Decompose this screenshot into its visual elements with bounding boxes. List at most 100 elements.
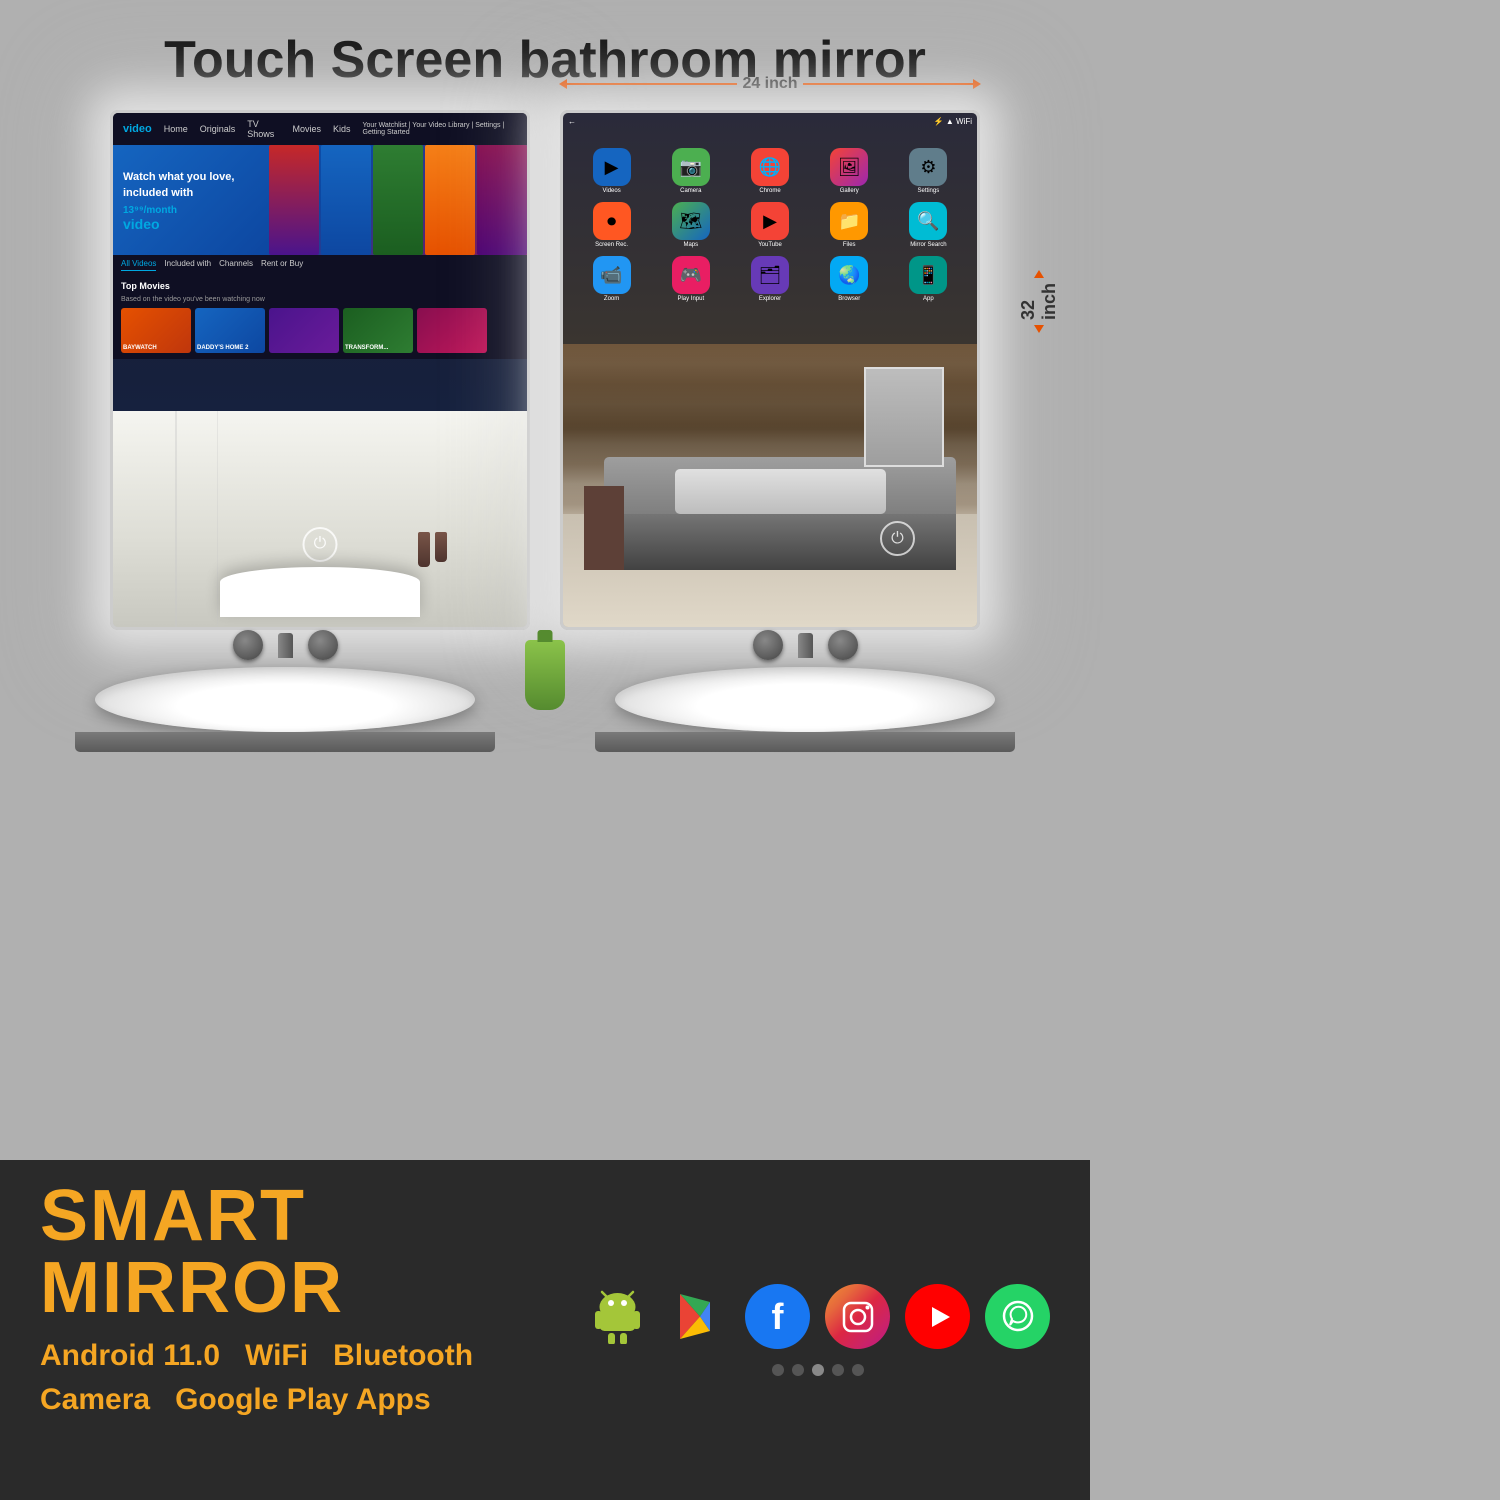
right-power-button[interactable]: ⏻ (880, 521, 915, 556)
page-title: Touch Screen bathroom mirror (0, 0, 1090, 110)
app-playinput[interactable]: 🎮 Play Input (655, 256, 726, 302)
app-search[interactable]: 🔍 Mirror Search (893, 202, 964, 248)
hero-logo: video (123, 216, 234, 232)
android-statusbar: ← ⚡ ▲ WiFi (563, 115, 977, 128)
app-icon-search: 🔍 (909, 202, 947, 240)
youtube-svg (918, 1302, 958, 1332)
facebook-letter: f (772, 1296, 784, 1338)
movie-daddyhome: DADDY'S HOME 2 (195, 308, 265, 353)
pillow (675, 469, 886, 514)
right-faucet-knob-1[interactable] (753, 630, 783, 660)
bottom-right: f (585, 1180, 1050, 1480)
app-videos[interactable]: ▶ Videos (576, 148, 647, 194)
feature-bluetooth: Bluetooth (333, 1339, 473, 1373)
bottle-2 (435, 532, 447, 562)
app-label-search: Mirror Search (910, 242, 946, 248)
right-mirror-screen: ← ⚡ ▲ WiFi ▶ Videos 📷 Camera 🌐 (563, 113, 977, 344)
app-files[interactable]: 📁 Files (814, 202, 885, 248)
dot-4[interactable] (832, 1364, 844, 1376)
app-browser[interactable]: 🌏 Browser (814, 256, 885, 302)
app-icon-files: 📁 (830, 202, 868, 240)
sinks-section (0, 630, 1090, 752)
movie-baywatch: BAYWATCH (121, 308, 191, 353)
cover-4 (425, 145, 475, 255)
status-time: ⚡ ▲ WiFi (934, 117, 972, 126)
app-icon-recorder: ⏺ (593, 202, 631, 240)
dot-2[interactable] (792, 1364, 804, 1376)
width-label: 24 inch (737, 75, 802, 93)
top-movies-title: Top Movies (121, 281, 519, 291)
app-label-youtube: YouTube (758, 242, 782, 248)
top-movies-section: Top Movies Based on the video you've bee… (113, 275, 527, 359)
feature-google-play: Google Play Apps (175, 1383, 431, 1417)
app-maps[interactable]: 🗺 Maps (655, 202, 726, 248)
right-sink-basin (615, 667, 995, 732)
nav-tvshows: TV Shows (247, 119, 280, 139)
bottle-1 (418, 532, 430, 567)
left-power-button[interactable]: ⏻ (303, 527, 338, 562)
right-mirror-wrapper: 24 inch ← ⚡ ▲ WiFi ▶ (560, 110, 980, 630)
app-icon-browser: 🌏 (830, 256, 868, 294)
left-faucet-knob-1[interactable] (233, 630, 263, 660)
mirrors-section: video Home Originals TV Shows Movies Kid… (0, 110, 1090, 630)
right-faucet (595, 625, 1015, 665)
google-play-icon (665, 1284, 730, 1349)
features-line1: Android 11.0 WiFi Bluetooth (40, 1339, 565, 1373)
dots-indicator (772, 1364, 864, 1376)
tab-included[interactable]: Included with (164, 259, 211, 271)
app-icon-maps: 🗺 (672, 202, 710, 240)
app-explorer[interactable]: 🗂 Explorer (734, 256, 805, 302)
hero-covers (269, 145, 527, 255)
right-faucet-knob-2[interactable] (828, 630, 858, 660)
app-label-extra: App (923, 296, 934, 302)
bottom-left: SMART MIRROR Android 11.0 WiFi Bluetooth… (40, 1180, 565, 1480)
android-robot-svg (590, 1289, 645, 1344)
instagram-svg (839, 1298, 877, 1336)
left-faucet-knob-2[interactable] (308, 630, 338, 660)
arrow-down (1034, 325, 1044, 333)
dot-1[interactable] (772, 1364, 784, 1376)
dot-3[interactable] (812, 1364, 824, 1376)
left-faucet-spout (278, 633, 293, 658)
google-play-svg (670, 1289, 725, 1344)
height-label: 32 inch (1018, 278, 1060, 325)
cover-1 (269, 145, 319, 255)
left-mirror-wrapper: video Home Originals TV Shows Movies Kid… (110, 110, 530, 630)
app-gallery[interactable]: 🖼 Gallery (814, 148, 885, 194)
app-label-zoom: Zoom (604, 296, 619, 302)
app-youtube[interactable]: ▶ YouTube (734, 202, 805, 248)
app-recorder[interactable]: ⏺ Screen Rec. (576, 202, 647, 248)
right-counter (595, 732, 1015, 752)
app-label-files: Files (843, 242, 856, 248)
app-chrome[interactable]: 🌐 Chrome (734, 148, 805, 194)
cover-5 (477, 145, 527, 255)
tab-all-videos[interactable]: All Videos (121, 259, 156, 271)
nav-kids: Kids (333, 124, 351, 134)
tab-rent[interactable]: Rent or Buy (261, 259, 303, 271)
app-zoom[interactable]: 📹 Zoom (576, 256, 647, 302)
app-icon-extra: 📱 (909, 256, 947, 294)
nightstand (584, 486, 624, 571)
video-hero: Watch what you love,included with 13⁹⁹/m… (113, 145, 527, 255)
app-label-videos: Videos (602, 188, 620, 194)
features-line2: Camera Google Play Apps (40, 1383, 565, 1417)
app-extra[interactable]: 📱 App (893, 256, 964, 302)
feature-wifi: WiFi (245, 1339, 308, 1373)
nav-home: Home (164, 124, 188, 134)
nav-watchlist: Your Watchlist | Your Video Library | Se… (363, 122, 518, 136)
right-mirror-bedroom: ⏻ (563, 344, 977, 627)
center-bottle-area (525, 640, 565, 710)
hero-price: 13⁹⁹/month (123, 205, 234, 216)
dot-5[interactable] (852, 1364, 864, 1376)
cover-2 (321, 145, 371, 255)
tab-channels[interactable]: Channels (219, 259, 253, 271)
app-camera[interactable]: 📷 Camera (655, 148, 726, 194)
wall-poster (864, 367, 944, 467)
left-mirror-screen: video Home Originals TV Shows Movies Kid… (113, 113, 527, 411)
social-icons-row: f (585, 1284, 1050, 1349)
back-button[interactable]: ← (568, 117, 576, 126)
curtain-line-1 (175, 411, 177, 627)
green-bottle (525, 640, 565, 710)
app-icon-videos: ▶ (593, 148, 631, 186)
app-settings[interactable]: ⚙ Settings (893, 148, 964, 194)
